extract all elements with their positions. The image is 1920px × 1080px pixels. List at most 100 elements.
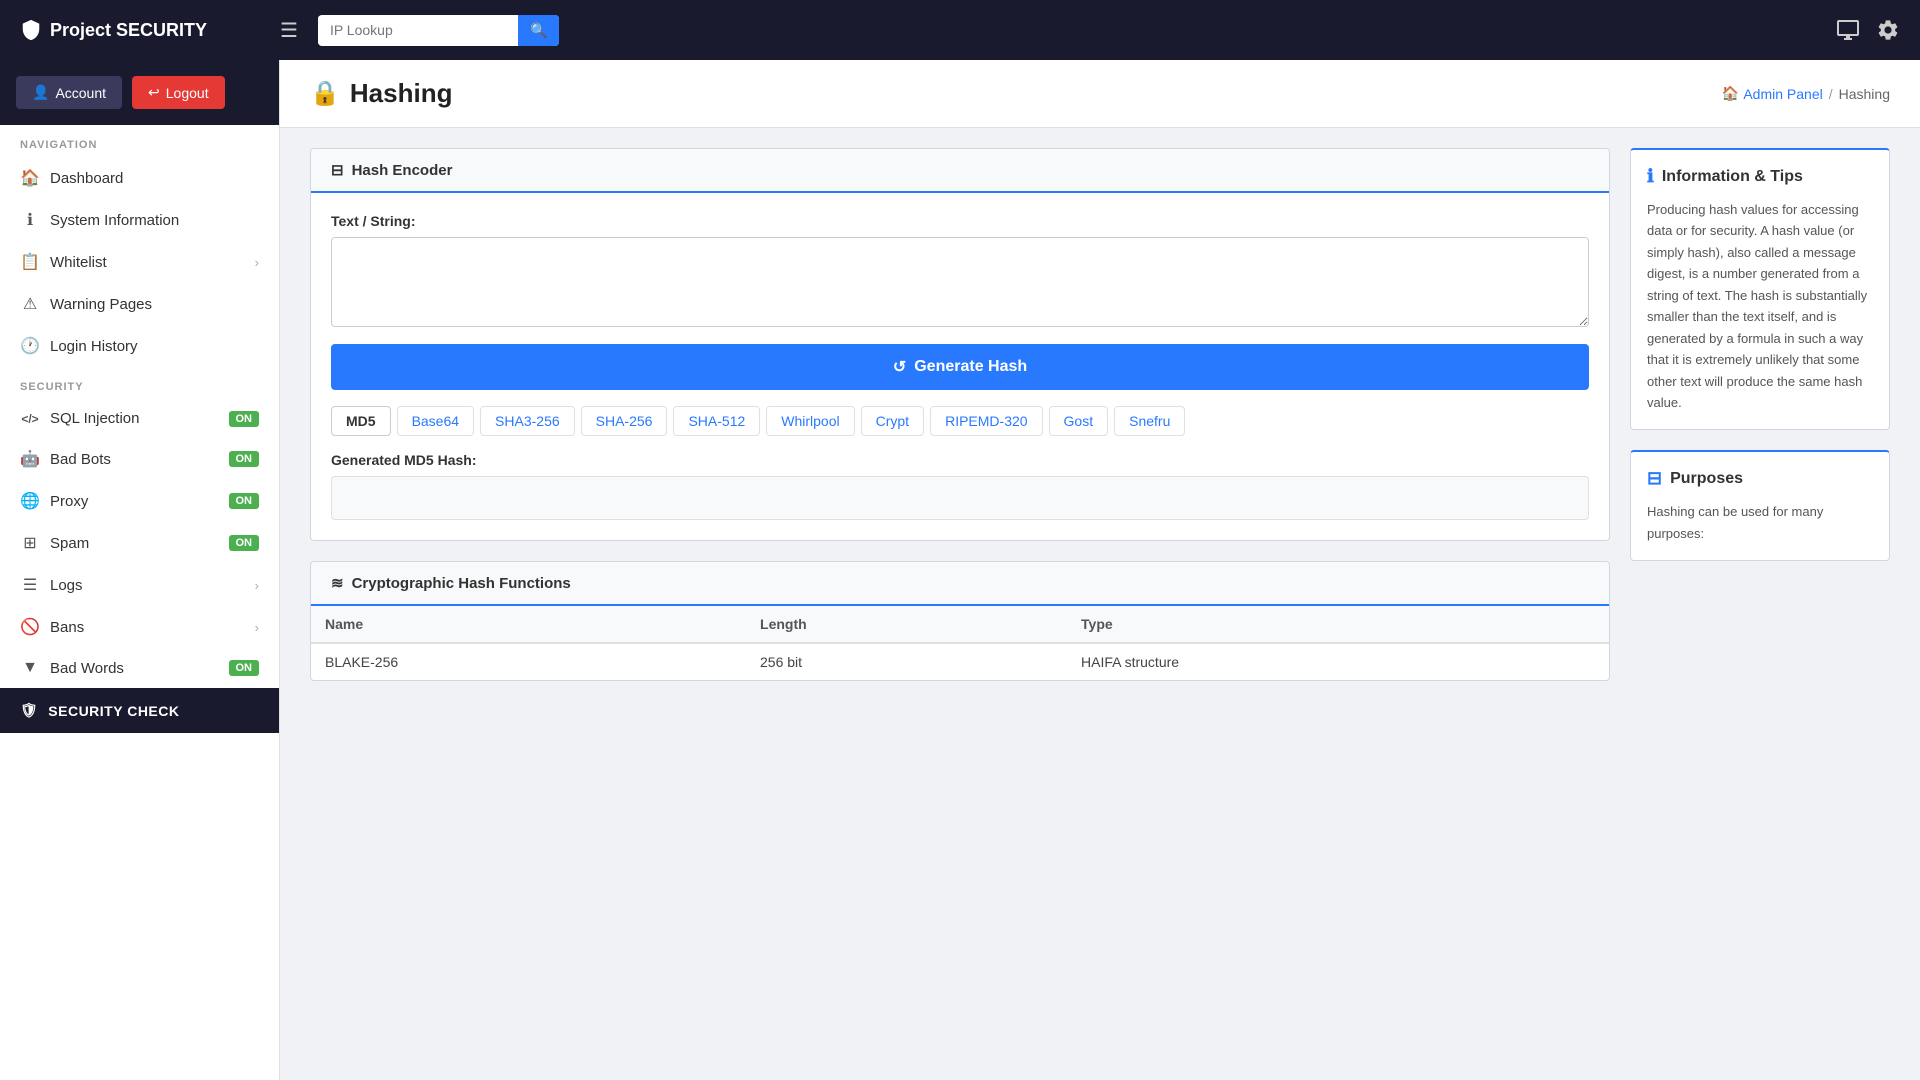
security-section-label: SECURITY bbox=[0, 367, 279, 399]
logout-button[interactable]: ↩ Logout bbox=[132, 76, 225, 109]
layers-icon: ≋ bbox=[331, 574, 344, 592]
info-circle-icon: ℹ bbox=[20, 210, 40, 230]
shield-check-icon: 🛡 bbox=[20, 702, 38, 719]
sidebar-item-dashboard[interactable]: 🏠 Dashboard bbox=[0, 157, 279, 199]
sidebar-item-label: Bad Bots bbox=[50, 451, 219, 468]
purposes-card: ⊟ Purposes Hashing can be used for many … bbox=[1630, 450, 1890, 561]
sidebar-item-label: Login History bbox=[50, 338, 259, 355]
tab-md5[interactable]: MD5 bbox=[331, 406, 391, 436]
purposes-title: ⊟ Purposes bbox=[1647, 468, 1873, 489]
main-column: ⊟ Hash Encoder Text / String: ↺ Generate… bbox=[310, 148, 1610, 1060]
brand-name: Project SECURITY bbox=[50, 20, 207, 41]
code-icon: </> bbox=[20, 412, 40, 426]
warning-icon: ⚠ bbox=[20, 294, 40, 314]
lines-icon: ☰ bbox=[20, 575, 40, 595]
hash-tabs: MD5 Base64 SHA3-256 SHA-256 SHA-512 Whir… bbox=[331, 406, 1589, 436]
bad-words-badge: ON bbox=[229, 660, 260, 676]
search-button[interactable]: 🔍 bbox=[518, 15, 559, 46]
hash-encoder-title: Hash Encoder bbox=[352, 162, 453, 179]
sidebar-item-spam[interactable]: ⊞ Spam ON bbox=[0, 522, 279, 564]
search-input[interactable] bbox=[318, 16, 518, 44]
globe-icon: 🌐 bbox=[20, 491, 40, 511]
chevron-right-icon: › bbox=[255, 255, 259, 270]
breadcrumb-home-link[interactable]: 🏠 Admin Panel bbox=[1722, 85, 1823, 102]
sidebar-item-bad-words[interactable]: ▼ Bad Words ON bbox=[0, 648, 279, 688]
breadcrumb-current: Hashing bbox=[1839, 86, 1890, 102]
sidebar-item-label: Proxy bbox=[50, 493, 219, 510]
sidebar-item-label: Logs bbox=[50, 577, 245, 594]
hash-functions-header: ≋ Cryptographic Hash Functions bbox=[311, 562, 1609, 606]
list-icon: 📋 bbox=[20, 252, 40, 272]
hash-result-label: Generated MD5 Hash: bbox=[331, 452, 1589, 468]
sql-injection-badge: ON bbox=[229, 411, 260, 427]
sidebar-item-warning-pages[interactable]: ⚠ Warning Pages bbox=[0, 283, 279, 325]
content-header: 🔒 Hashing 🏠 Admin Panel / Hashing bbox=[280, 60, 1920, 128]
sidebar-item-label: Dashboard bbox=[50, 170, 259, 187]
shield-icon bbox=[20, 19, 42, 41]
clock-icon: 🕐 bbox=[20, 336, 40, 356]
right-column: ℹ Information & Tips Producing hash valu… bbox=[1630, 148, 1890, 1060]
generate-hash-button[interactable]: ↺ Generate Hash bbox=[331, 344, 1589, 390]
tab-whirlpool[interactable]: Whirlpool bbox=[766, 406, 854, 436]
bad-bots-badge: ON bbox=[229, 451, 260, 467]
settings-icon[interactable] bbox=[1876, 18, 1900, 42]
user-icon: 👤 bbox=[32, 84, 49, 101]
grid-icon: ⊞ bbox=[20, 533, 40, 553]
topbar-right bbox=[1836, 18, 1900, 42]
brand: Project SECURITY bbox=[20, 19, 260, 41]
tab-gost[interactable]: Gost bbox=[1049, 406, 1109, 436]
sidebar-item-system-information[interactable]: ℹ System Information bbox=[0, 199, 279, 241]
proxy-badge: ON bbox=[229, 493, 260, 509]
sidebar-item-logs[interactable]: ☰ Logs › bbox=[0, 564, 279, 606]
hash-text-input[interactable] bbox=[331, 237, 1589, 327]
home-icon: 🏠 bbox=[20, 168, 40, 188]
sidebar-item-label: System Information bbox=[50, 212, 259, 229]
encode-icon: ⊟ bbox=[331, 161, 344, 179]
sidebar-top: 👤 Account ↩ Logout bbox=[0, 60, 279, 125]
info-tips-text: Producing hash values for accessing data… bbox=[1647, 199, 1873, 413]
home-icon: 🏠 bbox=[1722, 85, 1739, 102]
hash-encoder-card: ⊟ Hash Encoder Text / String: ↺ Generate… bbox=[310, 148, 1610, 541]
sidebar-item-label: Bad Words bbox=[50, 660, 219, 677]
table-header-row: Name Length Type bbox=[311, 606, 1609, 643]
monitor-icon[interactable] bbox=[1836, 18, 1860, 42]
tab-sha-256[interactable]: SHA-256 bbox=[581, 406, 668, 436]
main-content: 🔒 Hashing 🏠 Admin Panel / Hashing ⊟ Hash… bbox=[280, 60, 1920, 1080]
chevron-right-icon: › bbox=[255, 578, 259, 593]
col-length: Length bbox=[746, 606, 1067, 643]
hash-functions-table: Name Length Type BLAKE-256 256 bit HAIFA… bbox=[311, 606, 1609, 680]
row-type: HAIFA structure bbox=[1067, 643, 1609, 680]
sidebar: 👤 Account ↩ Logout NAVIGATION 🏠 Dashboar… bbox=[0, 60, 280, 1080]
hash-functions-title: Cryptographic Hash Functions bbox=[352, 575, 571, 592]
security-check-item[interactable]: 🛡 SECURITY CHECK bbox=[0, 688, 279, 733]
account-button[interactable]: 👤 Account bbox=[16, 76, 122, 109]
layout: 👤 Account ↩ Logout NAVIGATION 🏠 Dashboar… bbox=[0, 60, 1920, 1080]
sidebar-item-bad-bots[interactable]: 🤖 Bad Bots ON bbox=[0, 438, 279, 480]
tab-base64[interactable]: Base64 bbox=[397, 406, 474, 436]
robot-icon: 🤖 bbox=[20, 449, 40, 469]
sidebar-item-whitelist[interactable]: 📋 Whitelist › bbox=[0, 241, 279, 283]
sidebar-item-bans[interactable]: 🚫 Bans › bbox=[0, 606, 279, 648]
purposes-text: Hashing can be used for many purposes: bbox=[1647, 501, 1873, 544]
sidebar-item-sql-injection[interactable]: </> SQL Injection ON bbox=[0, 399, 279, 438]
sidebar-item-label: Warning Pages bbox=[50, 296, 259, 313]
ban-icon: 🚫 bbox=[20, 617, 40, 637]
tab-ripemd-320[interactable]: RIPEMD-320 bbox=[930, 406, 1042, 436]
col-type: Type bbox=[1067, 606, 1609, 643]
hash-functions-card: ≋ Cryptographic Hash Functions Name Leng… bbox=[310, 561, 1610, 681]
tab-crypt[interactable]: Crypt bbox=[861, 406, 924, 436]
sidebar-item-proxy[interactable]: 🌐 Proxy ON bbox=[0, 480, 279, 522]
text-label: Text / String: bbox=[331, 213, 1589, 229]
sidebar-item-login-history[interactable]: 🕐 Login History bbox=[0, 325, 279, 367]
logout-icon: ↩ bbox=[148, 84, 160, 101]
breadcrumb-separator: / bbox=[1829, 86, 1833, 102]
sidebar-item-label: Bans bbox=[50, 619, 245, 636]
col-name: Name bbox=[311, 606, 746, 643]
tab-sha-512[interactable]: SHA-512 bbox=[673, 406, 760, 436]
hamburger-menu[interactable]: ☰ bbox=[280, 18, 298, 43]
hash-encoder-body: Text / String: ↺ Generate Hash MD5 Base6… bbox=[311, 193, 1609, 540]
tab-snefru[interactable]: Snefru bbox=[1114, 406, 1185, 436]
refresh-icon: ↺ bbox=[893, 357, 906, 377]
page-title-text: Hashing bbox=[350, 78, 453, 109]
tab-sha3-256[interactable]: SHA3-256 bbox=[480, 406, 575, 436]
